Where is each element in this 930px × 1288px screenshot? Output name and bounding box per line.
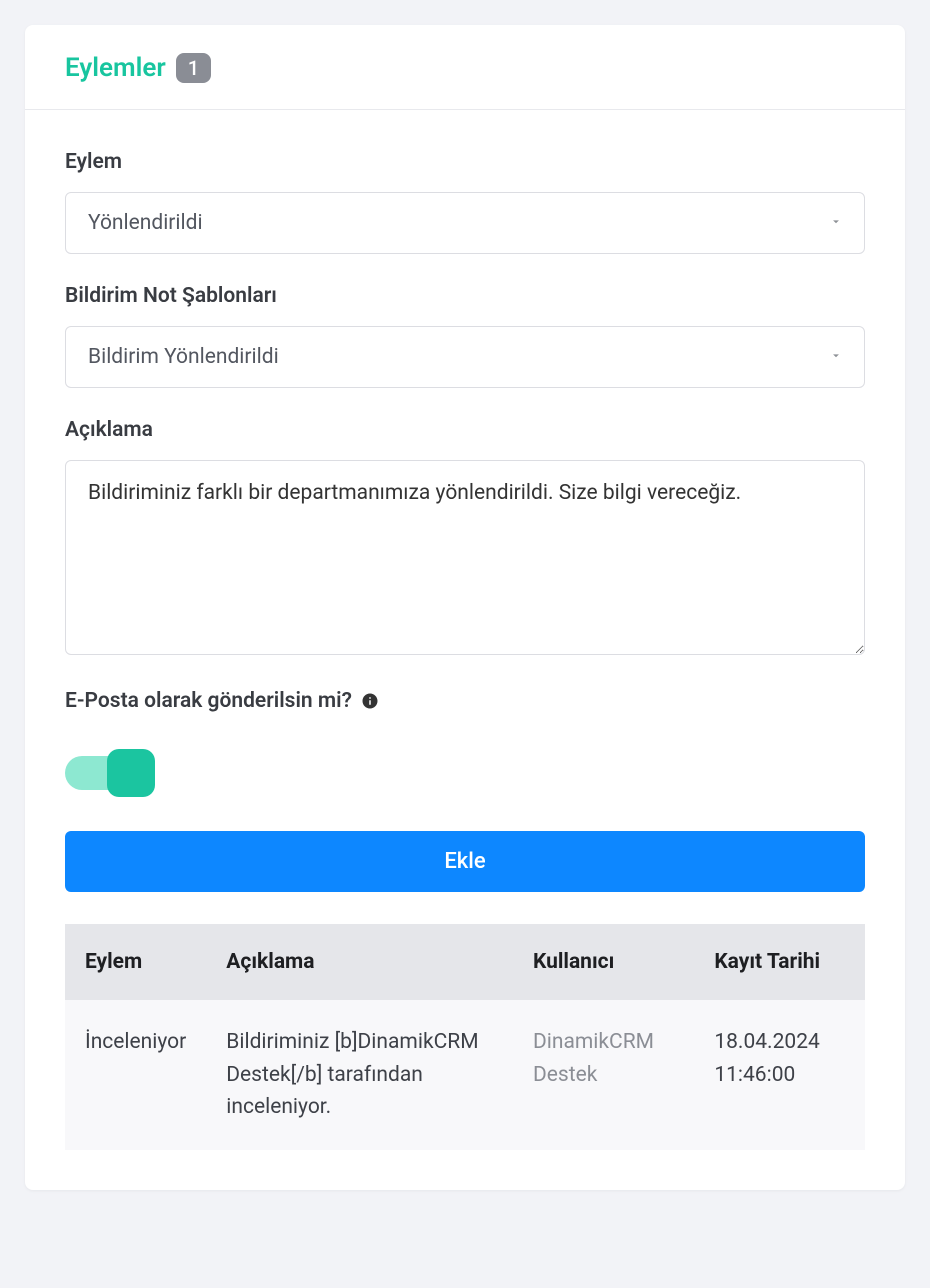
table-header-row: Eylem Açıklama Kullanıcı Kayıt Tarihi xyxy=(65,924,865,1000)
actions-table: Eylem Açıklama Kullanıcı Kayıt Tarihi İn… xyxy=(65,924,865,1150)
col-date: Kayıt Tarihi xyxy=(694,924,865,1000)
card-body: Eylem Yönlendirildi Bildirim Not Şablonl… xyxy=(25,110,905,1190)
cell-date: 18.04.2024 11:46:00 xyxy=(694,1000,865,1150)
card-header: Eylemler 1 xyxy=(25,25,905,110)
email-label-wrapper: E-Posta olarak gönderilsin mi? xyxy=(65,689,380,713)
toggle-thumb xyxy=(107,749,155,797)
action-select[interactable]: Yönlendirildi xyxy=(65,192,865,254)
info-icon[interactable] xyxy=(360,691,380,711)
col-user: Kullanıcı xyxy=(513,924,694,1000)
card-title: Eylemler xyxy=(65,53,166,83)
cell-action: İnceleniyor xyxy=(65,1000,206,1150)
action-field-group: Eylem Yönlendirildi xyxy=(65,150,865,254)
description-field-group: Açıklama xyxy=(65,418,865,659)
description-textarea[interactable] xyxy=(65,460,865,655)
template-field-group: Bildirim Not Şablonları Bildirim Yönlend… xyxy=(65,284,865,388)
col-description: Açıklama xyxy=(206,924,513,1000)
email-toggle[interactable] xyxy=(65,749,155,797)
col-action: Eylem xyxy=(65,924,206,1000)
count-badge: 1 xyxy=(176,53,211,83)
toggle-wrapper xyxy=(65,749,865,801)
template-label: Bildirim Not Şablonları xyxy=(65,284,865,308)
email-label: E-Posta olarak gönderilsin mi? xyxy=(65,689,352,713)
actions-card: Eylemler 1 Eylem Yönlendirildi Bildirim … xyxy=(25,25,905,1190)
template-select[interactable]: Bildirim Yönlendirildi xyxy=(65,326,865,388)
add-button[interactable]: Ekle xyxy=(65,831,865,892)
table-row: İnceleniyor Bildiriminiz [b]DinamikCRM D… xyxy=(65,1000,865,1150)
email-field-group: E-Posta olarak gönderilsin mi? xyxy=(65,689,865,801)
description-label: Açıklama xyxy=(65,418,865,442)
cell-user: DinamikCRM Destek xyxy=(513,1000,694,1150)
cell-description: Bildiriminiz [b]DinamikCRM Destek[/b] ta… xyxy=(206,1000,513,1150)
action-label: Eylem xyxy=(65,150,865,174)
action-select-wrapper: Yönlendirildi xyxy=(65,192,865,254)
template-select-wrapper: Bildirim Yönlendirildi xyxy=(65,326,865,388)
